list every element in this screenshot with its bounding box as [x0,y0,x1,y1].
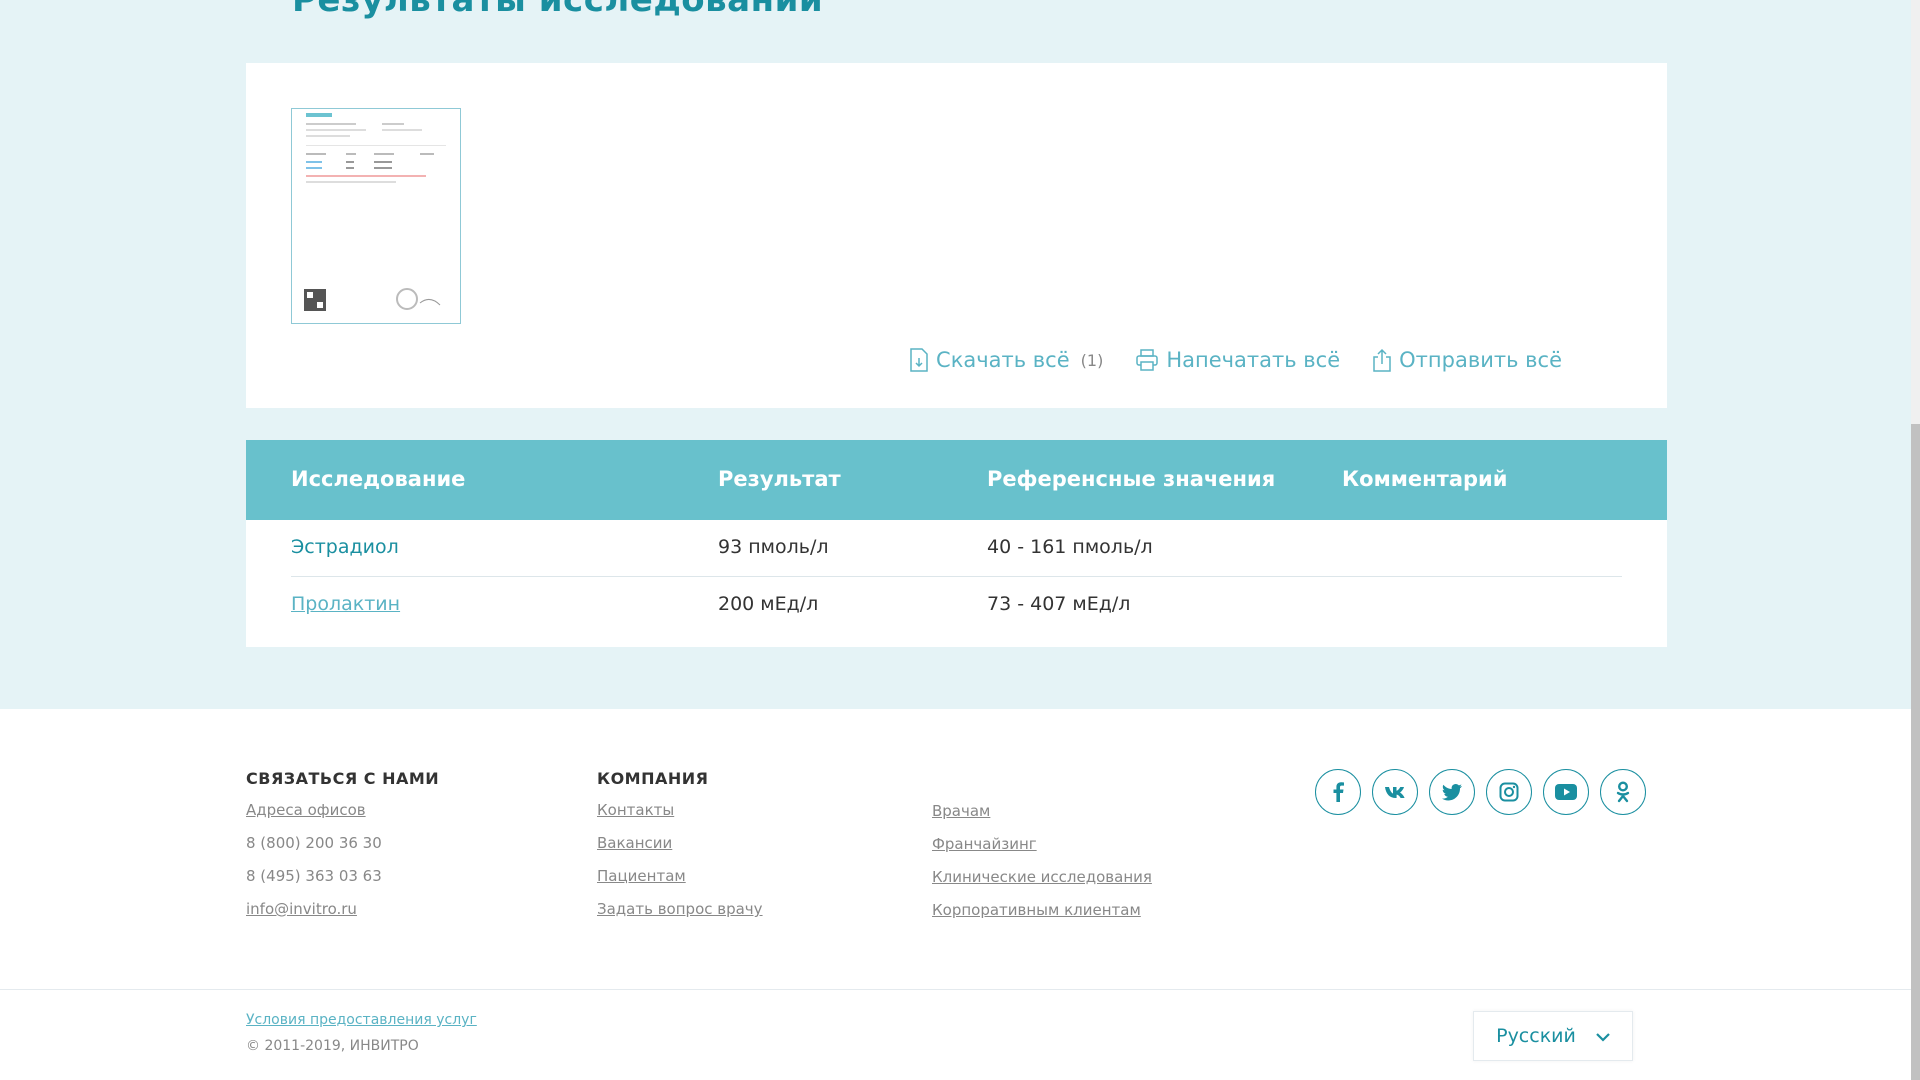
column-header-test: Исследование [291,467,466,491]
print-all-label: Напечатать всё [1166,348,1341,372]
youtube-icon[interactable] [1543,769,1589,815]
document-preview-image [304,113,446,311]
table-row: Пролактин 200 мЕд/л 73 - 407 мЕд/л [246,577,1667,633]
site-footer: СВЯЗАТЬСЯ С НАМИ Адреса офисов 8 (800) 2… [0,709,1911,1080]
download-all-button[interactable]: Скачать всё (1) [909,348,1103,372]
footer-company-heading: КОМПАНИЯ [597,769,709,788]
phone-1: 8 (800) 200 36 30 [246,834,382,852]
test-name-link[interactable]: Пролактин [291,593,400,615]
test-result: 200 мЕд/л [718,593,819,615]
chevron-down-icon [1596,1025,1610,1047]
share-icon [1372,348,1392,372]
contacts-link[interactable]: Контакты [597,801,763,819]
download-count: (1) [1080,350,1104,370]
social-links [1315,769,1646,815]
test-reference: 73 - 407 мЕд/л [987,593,1131,615]
test-result: 93 пмоль/л [718,536,829,558]
test-reference: 40 - 161 пмоль/л [987,536,1153,558]
offices-link[interactable]: Адреса офисов [246,801,439,819]
doctors-link[interactable]: Врачам [932,802,1152,820]
page-title: Результаты исследований [292,0,824,20]
download-file-icon [909,348,929,372]
results-table: Исследование Результат Референсные значе… [246,440,1667,647]
ask-doctor-link[interactable]: Задать вопрос врачу [597,900,763,918]
scrollbar-thumb[interactable] [1911,424,1920,1080]
corporate-clients-link[interactable]: Корпоративным клиентам [932,901,1152,919]
send-all-button[interactable]: Отправить всё [1372,348,1562,372]
vk-icon[interactable] [1372,769,1418,815]
download-all-label: Скачать всё [936,348,1070,372]
patients-link[interactable]: Пациентам [597,867,763,885]
send-all-label: Отправить всё [1399,348,1562,372]
twitter-icon[interactable] [1429,769,1475,815]
table-header: Исследование Результат Референсные значе… [246,440,1667,520]
footer-company-column-2: Врачам Франчайзинг Клинические исследова… [932,802,1152,934]
instagram-icon[interactable] [1486,769,1532,815]
column-header-comment: Комментарий [1342,467,1508,491]
result-document-thumbnail[interactable] [291,108,461,324]
document-actions: Скачать всё (1) Напечатать всё Отправить… [909,348,1562,372]
phone-2: 8 (495) 363 03 63 [246,867,382,885]
copyright-text: © 2011-2019, ИНВИТРО [246,1038,419,1054]
footer-divider [0,989,1911,990]
column-header-result: Результат [718,467,841,491]
column-header-reference: Референсные значения [987,467,1276,491]
franchising-link[interactable]: Франчайзинг [932,835,1152,853]
language-selector[interactable]: Русский [1473,1011,1633,1061]
email-link[interactable]: info@invitro.ru [246,900,439,918]
language-label: Русский [1496,1025,1576,1047]
print-all-button[interactable]: Напечатать всё [1135,348,1340,372]
vacancies-link[interactable]: Вакансии [597,834,763,852]
table-row: Эстрадиол 93 пмоль/л 40 - 161 пмоль/л [291,520,1622,577]
footer-contact-column: СВЯЗАТЬСЯ С НАМИ Адреса офисов 8 (800) 2… [246,769,439,933]
page-scrollbar[interactable] [1911,0,1920,1080]
document-panel: Скачать всё (1) Напечатать всё Отправить… [246,63,1667,408]
footer-contact-heading: СВЯЗАТЬСЯ С НАМИ [246,769,440,788]
printer-icon [1135,348,1159,372]
terms-link[interactable]: Условия предоставления услуг [246,1012,477,1028]
clinical-research-link[interactable]: Клинические исследования [932,868,1152,886]
test-name: Эстрадиол [291,536,399,558]
footer-company-column: КОМПАНИЯ Контакты Вакансии Пациентам Зад… [597,769,763,933]
odnoklassniki-icon[interactable] [1600,769,1646,815]
facebook-icon[interactable] [1315,769,1361,815]
